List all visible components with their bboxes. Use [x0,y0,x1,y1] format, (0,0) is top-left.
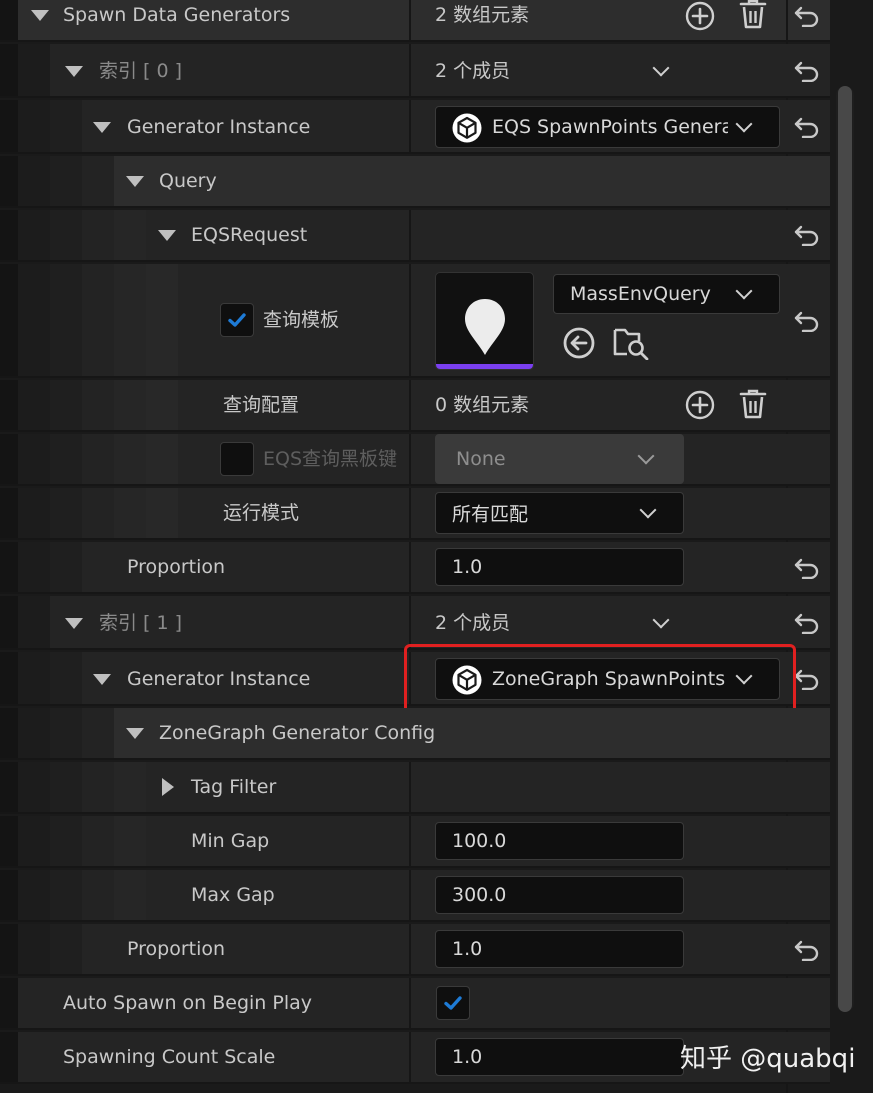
chevron-down-icon [637,447,655,465]
row-query-template: 查询模板 MassEnvQuery [0,264,830,378]
query-config-count: 0 数组元素 [435,394,530,416]
min-gap-value: 100.0 [452,830,507,852]
row-index-0: 索引 [ 0 ] 2 个成员 [0,44,830,98]
expand-arrow-icon[interactable] [126,728,144,739]
reset-to-default-icon[interactable] [794,116,820,138]
row-auto-spawn: Auto Spawn on Begin Play [0,978,830,1030]
auto-spawn-checkbox[interactable] [436,986,470,1020]
reset-to-default-icon[interactable] [794,60,820,82]
auto-spawn-label: Auto Spawn on Begin Play [63,992,313,1014]
use-selected-asset-icon[interactable] [562,326,596,360]
index-1-members: 2 个成员 [435,612,511,634]
query-label: Query [159,170,217,192]
delete-all-icon[interactable] [738,0,768,30]
reset-to-default-icon[interactable] [794,557,820,579]
query-asset-value: MassEnvQuery [570,283,711,305]
index-1-label: 索引 [ 1 ] [99,612,183,634]
asset-thumbnail[interactable] [435,272,534,370]
row-tag-filter: Tag Filter [0,762,830,814]
scrollbar-thumb[interactable] [838,86,852,1012]
checkmark-icon [225,308,249,332]
zonegraph-config-label: ZoneGraph Generator Config [159,722,436,744]
query-config-label: 查询配置 [223,394,300,416]
row-query-config: 查询配置 0 数组元素 [0,380,830,432]
eqs-blackboard-key-label: EQS查询黑板键 [263,448,398,470]
row-proportion-1: Proportion 1.0 [0,924,830,976]
reset-to-default-icon[interactable] [794,310,820,332]
spawn-data-generators-label: Spawn Data Generators [63,4,291,26]
expand-arrow-icon[interactable] [93,674,111,685]
row-spawn-data-generators: Spawn Data Generators 2 数组元素 [0,0,830,42]
proportion-value: 1.0 [452,556,483,578]
eqs-blackboard-key-dropdown[interactable]: None [435,434,684,484]
row-zonegraph-config: ZoneGraph Generator Config [0,708,830,760]
expand-arrow-icon[interactable] [158,230,176,241]
browse-asset-icon[interactable] [612,324,650,360]
expand-arrow-icon[interactable] [31,10,49,21]
spawn-data-generators-count: 2 数组元素 [435,4,530,26]
query-asset-dropdown[interactable]: MassEnvQuery [553,274,780,314]
row-query: Query [0,156,830,208]
row-max-gap: Max Gap 300.0 [0,870,830,922]
eqs-blackboard-key-value: None [456,448,506,470]
generator-instance-label: Generator Instance [127,668,311,690]
tag-filter-label: Tag Filter [191,776,277,798]
run-mode-value: 所有匹配 [452,503,529,526]
chevron-down-icon [735,282,753,300]
proportion-value: 1.0 [452,938,483,960]
watermark: 知乎 @quabqi [680,1044,856,1074]
expand-arrow-icon[interactable] [65,66,83,77]
reset-to-default-icon[interactable] [794,5,820,27]
index-0-members: 2 个成员 [435,60,511,82]
spawning-count-scale-value: 1.0 [452,1046,483,1068]
row-min-gap: Min Gap 100.0 [0,816,830,868]
expand-arrow-icon[interactable] [65,618,83,629]
max-gap-value: 300.0 [452,884,507,906]
row-index-1: 索引 [ 1 ] 2 个成员 [0,596,830,650]
query-pin-icon [465,299,505,355]
spawning-count-scale-input[interactable]: 1.0 [435,1038,684,1076]
reset-to-default-icon[interactable] [794,939,820,961]
checkmark-icon [441,991,465,1015]
cube-icon [452,113,482,143]
run-mode-dropdown[interactable]: 所有匹配 [435,492,684,534]
proportion-label: Proportion [127,938,226,960]
reset-to-default-icon[interactable] [794,224,820,246]
reset-to-default-icon[interactable] [794,668,820,690]
chevron-down-icon [735,115,753,133]
index-0-label: 索引 [ 0 ] [99,60,183,82]
min-gap-input[interactable]: 100.0 [435,822,684,860]
expand-arrow-icon[interactable] [126,176,144,187]
run-mode-label: 运行模式 [223,502,300,524]
add-element-icon[interactable] [684,389,716,421]
highlight-annotation [404,644,796,716]
delete-all-icon[interactable] [738,388,768,420]
chevron-down-icon [639,501,657,519]
proportion-input[interactable]: 1.0 [435,548,684,586]
query-template-checkbox[interactable] [220,303,254,337]
expand-arrow-icon[interactable] [162,778,174,796]
max-gap-input[interactable]: 300.0 [435,876,684,914]
generator-instance-dropdown[interactable]: EQS SpawnPoints Generator [435,106,780,148]
spawning-count-scale-label: Spawning Count Scale [63,1046,276,1068]
max-gap-label: Max Gap [191,884,275,906]
proportion-label: Proportion [127,556,226,578]
row-eqs-request: EQSRequest [0,210,830,262]
reset-to-default-icon[interactable] [794,612,820,634]
proportion-input[interactable]: 1.0 [435,930,684,968]
eqs-blackboard-key-checkbox[interactable] [220,442,254,476]
eqs-request-label: EQSRequest [191,224,308,246]
generator-instance-label: Generator Instance [127,116,311,138]
add-element-icon[interactable] [684,0,716,32]
row-proportion-0: Proportion 1.0 [0,542,830,594]
row-generator-instance-0: Generator Instance EQS SpawnPoints Gener… [0,100,830,154]
generator-instance-value: EQS SpawnPoints Generator [492,116,728,138]
query-template-label: 查询模板 [263,309,340,331]
expand-arrow-icon[interactable] [93,122,111,133]
min-gap-label: Min Gap [191,830,270,852]
row-run-mode: 运行模式 所有匹配 [0,488,830,540]
row-eqs-blackboard-key: EQS查询黑板键 None [0,434,830,486]
